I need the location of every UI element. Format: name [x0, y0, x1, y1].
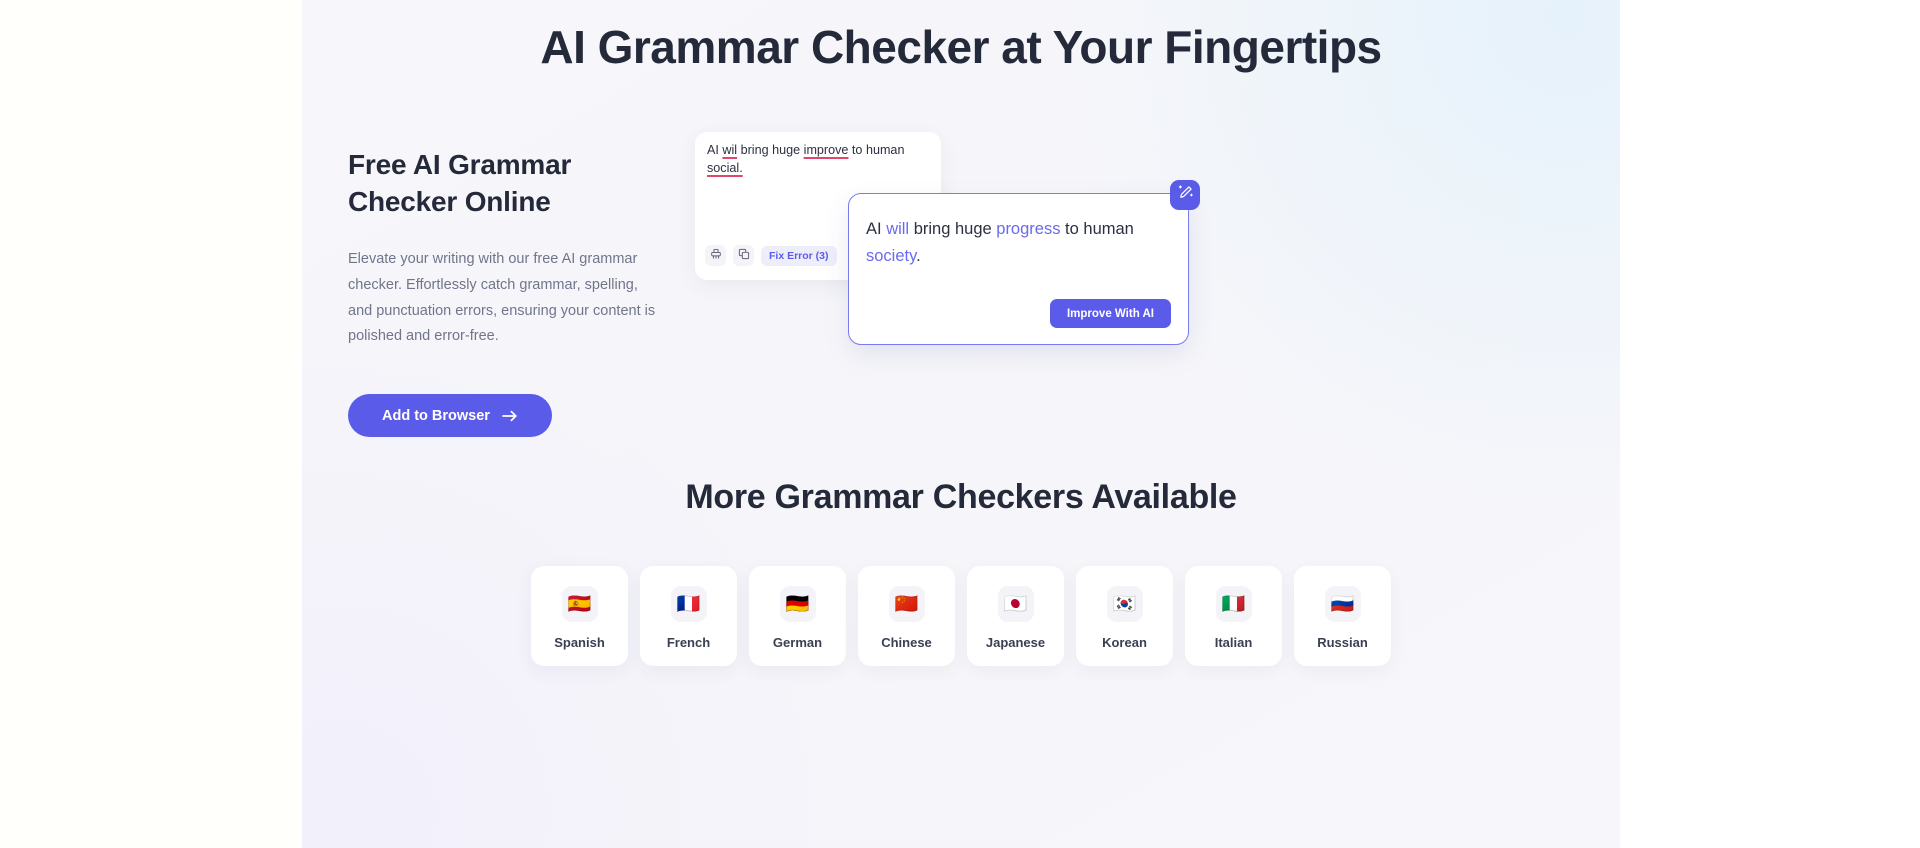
hero-subtitle: Free AI Grammar Checker Online	[348, 149, 572, 217]
suggestion-fix-will: will	[886, 220, 910, 238]
language-card[interactable]: 🇯🇵 Japanese	[967, 566, 1064, 666]
flag-icon: 🇯🇵	[997, 586, 1034, 622]
language-label: French	[666, 635, 711, 650]
language-card[interactable]: 🇮🇹 Italian	[1185, 566, 1282, 666]
ai-suggestion-text: AI will bring huge progress to human soc…	[866, 216, 1171, 269]
hero-description: Elevate your writing with our free AI gr…	[348, 250, 656, 345]
editor-toolbar: Fix Error (3)	[705, 245, 837, 266]
editor-error-social: social.	[707, 160, 743, 175]
flag-icon: 🇫🇷	[670, 586, 707, 622]
language-card[interactable]: 🇨🇳 Chinese	[858, 566, 955, 666]
language-label: Chinese	[881, 635, 932, 650]
suggestion-seg4: .	[916, 246, 921, 265]
flag-icon: 🇨🇳	[888, 586, 925, 622]
page-root: AI Grammar Checker at Your Fingertips Fr…	[0, 0, 1920, 848]
language-card[interactable]: 🇩🇪 German	[749, 566, 846, 666]
suggestion-seg1: AI	[866, 220, 887, 238]
suggestion-seg3: to human	[1060, 220, 1134, 238]
right-gutter	[1620, 0, 1920, 848]
left-gutter	[0, 0, 302, 848]
editor-error-improve: improve	[803, 143, 849, 157]
add-to-browser-button[interactable]: Add to Browser	[348, 394, 552, 438]
language-card[interactable]: 🇫🇷 French	[640, 566, 737, 666]
arrow-right-icon	[502, 409, 518, 423]
language-label: German	[772, 635, 823, 650]
language-grid: 🇪🇸 Spanish 🇫🇷 French 🇩🇪 German 🇨🇳 Chinese 🇯🇵 Japa…	[302, 566, 1620, 666]
language-label: Korean	[1102, 635, 1147, 650]
language-card[interactable]: 🇪🇸 Spanish	[531, 566, 628, 666]
suggestion-seg2: bring huge	[909, 220, 997, 238]
copy-icon-button[interactable]	[733, 245, 754, 266]
flag-icon: 🇮🇹	[1215, 586, 1252, 622]
magic-pencil-icon	[1176, 183, 1195, 207]
fix-error-button[interactable]: Fix Error (3)	[761, 245, 837, 266]
flag-icon: 🇷🇺	[1324, 586, 1361, 622]
add-to-browser-label: Add to Browser	[382, 407, 490, 424]
magic-pencil-icon-button[interactable]	[1170, 180, 1200, 210]
content-area: AI Grammar Checker at Your Fingertips Fr…	[302, 0, 1620, 848]
language-label: Italian	[1214, 635, 1253, 650]
languages-heading: More Grammar Checkers Available	[685, 478, 1237, 516]
hero-left-column: Free AI Grammar Checker Online Elevate y…	[348, 147, 678, 438]
language-label: Japanese	[985, 635, 1046, 650]
language-label: Spanish	[554, 635, 605, 650]
suggestion-fix-society: society	[866, 246, 917, 265]
brush-icon-button[interactable]	[705, 245, 726, 266]
page-title: AI Grammar Checker at Your Fingertips	[540, 21, 1382, 73]
suggestion-fix-progress: progress	[996, 220, 1061, 238]
brush-icon	[710, 248, 722, 263]
ai-suggestion-card[interactable]: AI will bring huge progress to human soc…	[848, 180, 1200, 345]
flag-icon: 🇩🇪	[779, 586, 816, 622]
editor-text-seg3: to human	[848, 143, 905, 157]
editor-error-wil: wil	[722, 143, 738, 157]
language-label: Russian	[1317, 635, 1368, 650]
flag-icon: 🇰🇷	[1106, 586, 1143, 622]
language-card[interactable]: 🇷🇺 Russian	[1294, 566, 1391, 666]
editor-text-seg1: AI	[707, 143, 723, 157]
copy-icon	[738, 248, 750, 263]
language-card[interactable]: 🇰🇷 Korean	[1076, 566, 1173, 666]
editor-text: AI wil bring huge improve to human socia…	[707, 142, 929, 178]
editor-text-seg2: bring huge	[737, 143, 804, 157]
flag-icon: 🇪🇸	[561, 586, 598, 622]
improve-with-ai-button[interactable]: Improve With AI	[1049, 299, 1171, 328]
